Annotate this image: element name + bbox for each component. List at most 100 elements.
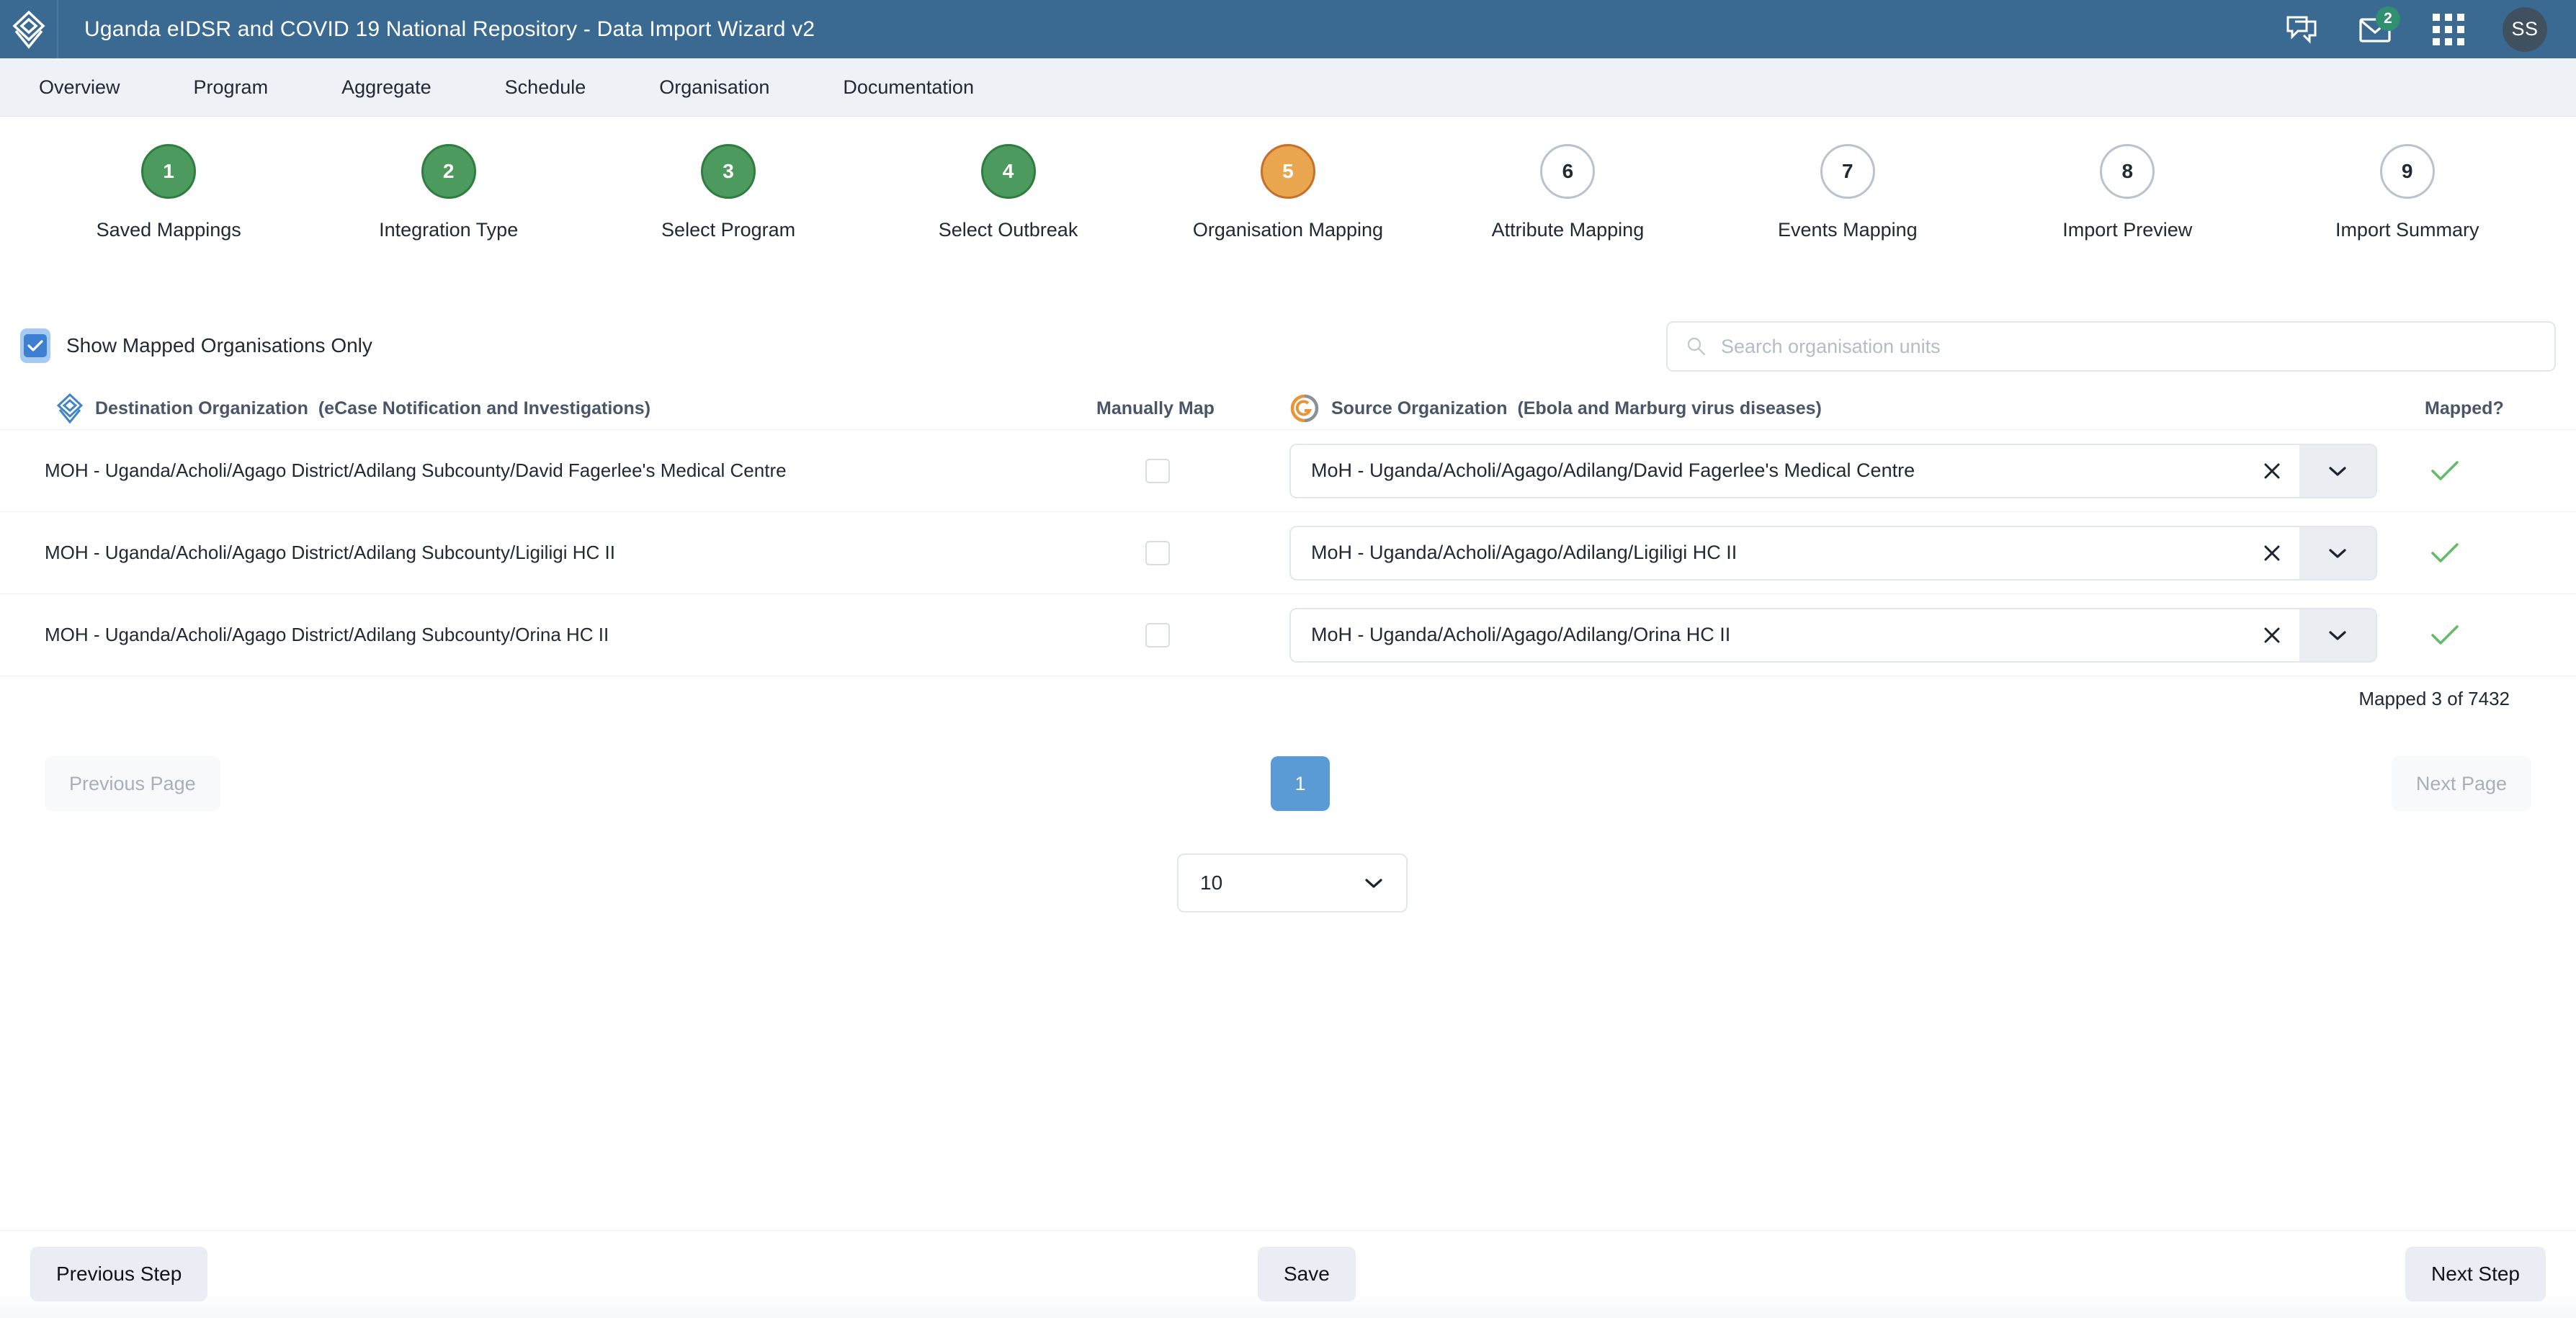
wizard-step-integration-type[interactable]: 2 Integration Type: [308, 144, 588, 241]
previous-step-button[interactable]: Previous Step: [30, 1247, 208, 1301]
chat-button[interactable]: [2282, 10, 2321, 49]
check-icon: [2431, 460, 2459, 480]
manually-map-checkbox[interactable]: [1145, 540, 1170, 565]
close-icon: [2264, 463, 2280, 478]
step-number: 2: [421, 144, 476, 199]
step-label: Integration Type: [379, 219, 519, 241]
column-header-manually-map: Manually Map: [1096, 398, 1215, 418]
show-mapped-only-checkbox[interactable]: [24, 334, 47, 357]
step-label: Select Outbreak: [938, 219, 1078, 241]
open-dropdown-button[interactable]: [2299, 609, 2376, 661]
step-number: 4: [980, 144, 1036, 199]
table-header: Destination Organization (eCase Notifica…: [0, 387, 2576, 429]
search-organisation-units[interactable]: [1666, 321, 2556, 372]
mail-badge: 2: [2376, 6, 2400, 31]
chevron-down-icon: [2329, 466, 2346, 476]
column-header-source-sub: (Ebola and Marburg virus diseases): [1517, 398, 1822, 418]
page-size-value: 10: [1200, 871, 1223, 894]
nav-item-overview[interactable]: Overview: [22, 76, 138, 99]
clear-selection-button[interactable]: [2245, 609, 2299, 661]
step-number: 3: [701, 144, 756, 199]
avatar[interactable]: SS: [2503, 6, 2547, 52]
source-organization-select[interactable]: MoH - Uganda/Acholi/Agago/Adilang/David …: [1289, 443, 2377, 498]
mapped-status: [2429, 622, 2461, 648]
close-icon: [2264, 545, 2280, 560]
wizard-step-attribute-mapping[interactable]: 6 Attribute Mapping: [1428, 144, 1707, 241]
wizard-step-events-mapping[interactable]: 7 Events Mapping: [1708, 144, 1987, 241]
wizard-step-import-preview[interactable]: 8 Import Preview: [1987, 144, 2267, 241]
step-label: Saved Mappings: [96, 219, 241, 241]
previous-page-button[interactable]: Previous Page: [45, 756, 220, 811]
step-number: 9: [2379, 144, 2435, 199]
open-dropdown-button[interactable]: [2299, 526, 2376, 579]
apps-button[interactable]: [2429, 10, 2468, 49]
layers-diamond-icon: [12, 10, 45, 49]
source-organization-value: MoH - Uganda/Acholi/Agago/Adilang/Ligili…: [1311, 542, 1738, 563]
check-icon: [2431, 624, 2459, 645]
clear-selection-button[interactable]: [2245, 527, 2299, 579]
page-number-button[interactable]: 1: [1271, 756, 1330, 811]
wizard-step-organisation-mapping[interactable]: 5 Organisation Mapping: [1148, 144, 1428, 241]
apps-grid-icon: [2433, 13, 2464, 45]
manually-map-checkbox[interactable]: [1145, 458, 1170, 483]
table-row: MOH - Uganda/Acholi/Agago District/Adila…: [0, 429, 2576, 511]
search-icon: [1687, 337, 1706, 356]
filter-row: Show Mapped Organisations Only: [0, 311, 2576, 380]
chevron-down-icon: [1365, 879, 1382, 888]
source-organization-value: MoH - Uganda/Acholi/Agago/Adilang/David …: [1311, 459, 1915, 481]
next-step-button[interactable]: Next Step: [2405, 1247, 2546, 1301]
mapped-count: Mapped 3 of 7432: [2358, 688, 2510, 709]
app-header: Uganda eIDSR and COVID 19 National Repos…: [0, 0, 2576, 58]
search-input[interactable]: [1721, 335, 2536, 358]
nav-item-organisation[interactable]: Organisation: [642, 76, 787, 99]
step-label: Organisation Mapping: [1192, 219, 1384, 241]
source-organization-select[interactable]: MoH - Uganda/Acholi/Agago/Adilang/Orina …: [1289, 607, 2377, 663]
table-footer: Mapped 3 of 7432: [0, 676, 2576, 726]
page-size-select[interactable]: 10: [1177, 853, 1408, 913]
column-header-destination-sub: (eCase Notification and Investigations): [318, 398, 651, 418]
table-row: MOH - Uganda/Acholi/Agago District/Adila…: [0, 511, 2576, 593]
nav-item-program[interactable]: Program: [176, 76, 286, 99]
step-label: Import Summary: [2335, 219, 2479, 241]
step-label: Import Preview: [2062, 219, 2193, 241]
step-number: 7: [1820, 144, 1875, 199]
mail-button[interactable]: 2: [2356, 6, 2400, 49]
wizard-step-select-program[interactable]: 3 Select Program: [589, 144, 868, 241]
nav-item-documentation[interactable]: Documentation: [826, 76, 991, 99]
app-logo[interactable]: [0, 0, 58, 58]
save-button[interactable]: Save: [1258, 1247, 1356, 1301]
column-header-destination: Destination Organization (eCase Notifica…: [56, 393, 650, 424]
column-header-source-label: Source Organization: [1331, 398, 1508, 418]
pagination: Previous Page 1 Next Page: [0, 756, 2576, 814]
next-page-button[interactable]: Next Page: [2391, 756, 2531, 811]
column-header-source: Source Organization (Ebola and Marburg v…: [1289, 393, 1822, 423]
destination-organization-value: MOH - Uganda/Acholi/Agago District/Adila…: [45, 542, 615, 563]
manually-map-checkbox[interactable]: [1145, 622, 1170, 647]
nav-item-aggregate[interactable]: Aggregate: [324, 76, 449, 99]
nav-item-schedule[interactable]: Schedule: [488, 76, 604, 99]
godata-g-icon: [1289, 393, 1320, 423]
wizard-step-select-outbreak[interactable]: 4 Select Outbreak: [868, 144, 1148, 241]
step-label: Events Mapping: [1778, 219, 1918, 241]
destination-organization-value: MOH - Uganda/Acholi/Agago District/Adila…: [45, 624, 609, 645]
check-icon: [27, 340, 43, 351]
open-dropdown-button[interactable]: [2299, 444, 2376, 497]
source-organization-select[interactable]: MoH - Uganda/Acholi/Agago/Adilang/Ligili…: [1289, 525, 2377, 580]
source-organization-value: MoH - Uganda/Acholi/Agago/Adilang/Orina …: [1311, 624, 1731, 645]
header-actions: 2 SS: [2282, 6, 2547, 52]
dhis2-layers-icon: [56, 393, 84, 424]
app-title: Uganda eIDSR and COVID 19 National Repos…: [84, 17, 815, 41]
column-header-destination-label: Destination Organization: [95, 398, 308, 418]
step-number: 6: [1540, 144, 1596, 199]
chevron-down-icon: [2329, 548, 2346, 558]
mapped-status: [2429, 458, 2461, 484]
clear-selection-button[interactable]: [2245, 445, 2299, 497]
show-mapped-only-toggle[interactable]: Show Mapped Organisations Only: [20, 328, 372, 363]
wizard-stepper: 1 Saved Mappings 2 Integration Type 3 Se…: [0, 144, 2576, 277]
wizard-step-saved-mappings[interactable]: 1 Saved Mappings: [29, 144, 308, 241]
step-label: Attribute Mapping: [1491, 219, 1645, 241]
chat-icon: [2286, 16, 2317, 44]
wizard-step-import-summary[interactable]: 9 Import Summary: [2268, 144, 2547, 241]
step-number: 8: [2100, 144, 2155, 199]
table-row: MOH - Uganda/Acholi/Agago District/Adila…: [0, 593, 2576, 676]
